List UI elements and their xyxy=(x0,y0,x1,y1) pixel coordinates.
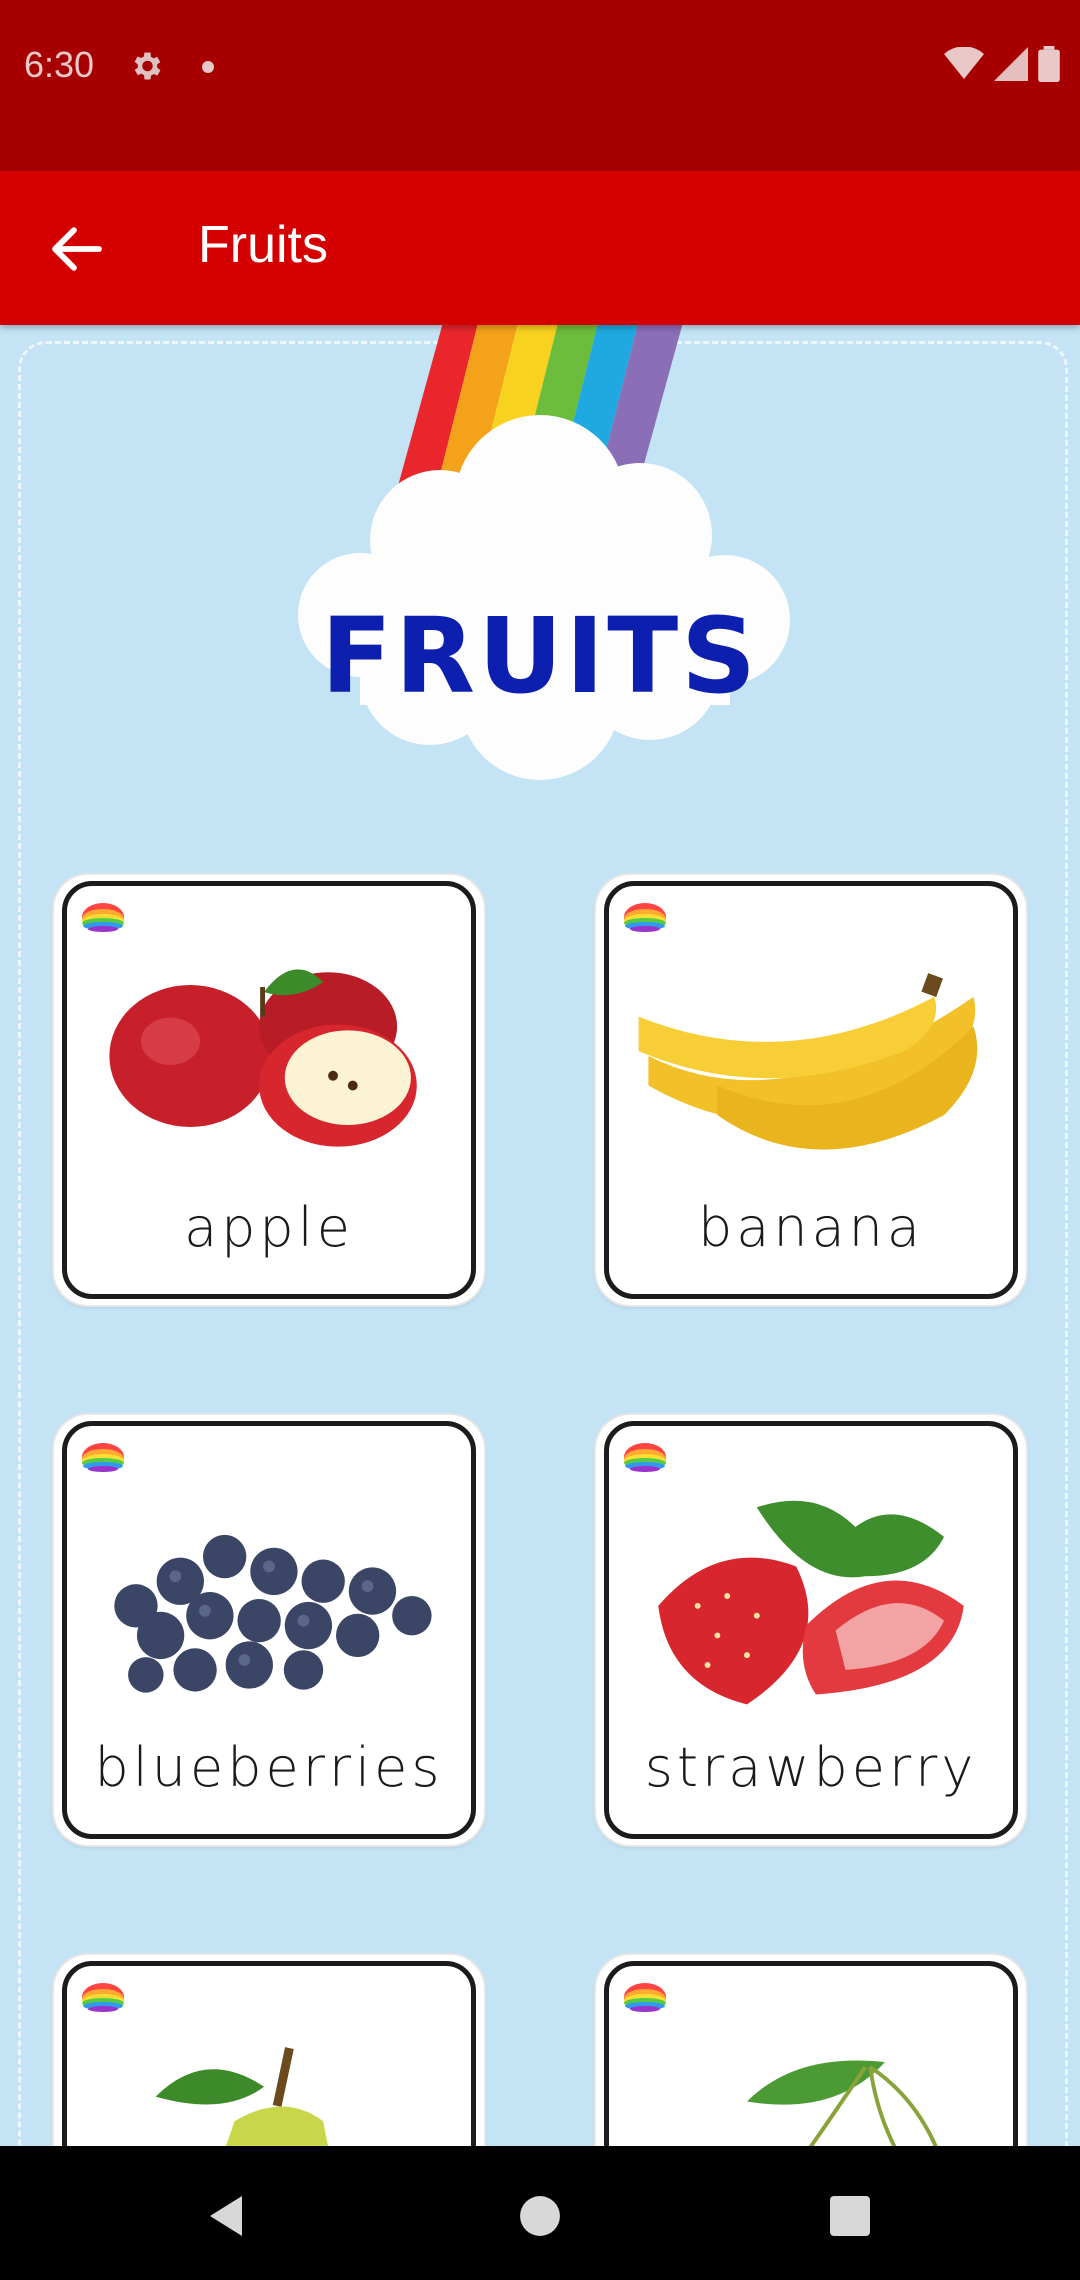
card-frame: blueberries xyxy=(62,1421,476,1839)
card-blueberries[interactable]: blueberries xyxy=(54,1415,484,1845)
rainbow-badge-icon xyxy=(82,1443,124,1472)
app-bar: Fruits xyxy=(0,171,1080,325)
page-title: Fruits xyxy=(198,216,328,274)
cherries-image xyxy=(746,2060,938,2146)
arrow-left-icon xyxy=(52,227,102,271)
card-label: banana xyxy=(698,1196,924,1259)
nav-back-button[interactable] xyxy=(186,2176,266,2256)
rainbow-badge-icon xyxy=(82,903,124,932)
pear-image xyxy=(155,2047,329,2146)
banner-title: FRUITS xyxy=(320,595,760,717)
rainbow-badge-icon xyxy=(624,1983,666,2012)
card-label: strawberry xyxy=(644,1736,978,1799)
card-frame: apple xyxy=(62,881,476,1299)
battery-icon xyxy=(1038,46,1060,82)
rainbow-badge-icon xyxy=(82,1983,124,2012)
back-triangle-icon xyxy=(210,2196,242,2236)
fruits-banner: FRUITS xyxy=(240,325,840,785)
gear-icon xyxy=(134,52,161,80)
status-bar: 6:30 xyxy=(0,0,1080,171)
notification-dot-icon xyxy=(202,61,214,73)
status-time: 6:30 xyxy=(24,44,95,85)
signal-icon xyxy=(994,47,1028,81)
card-strawberry[interactable]: strawberry xyxy=(596,1415,1026,1845)
nav-recents-button[interactable] xyxy=(810,2176,890,2256)
strawberry-image xyxy=(658,1500,964,1705)
card-frame: banana xyxy=(604,881,1018,1299)
card-frame xyxy=(604,1961,1018,2146)
card-label: apple xyxy=(184,1196,354,1259)
apple-image xyxy=(109,969,417,1147)
card-label: blueberries xyxy=(94,1736,444,1799)
navigation-bar xyxy=(0,2146,1080,2280)
card-pear[interactable] xyxy=(54,1955,484,2146)
content-area[interactable]: FRUITS apple banana blueberries strawber… xyxy=(0,325,1080,2146)
rainbow-badge-icon xyxy=(624,1443,666,1472)
card-apple[interactable]: apple xyxy=(54,875,484,1305)
recents-square-icon xyxy=(830,2196,870,2236)
nav-home-button[interactable] xyxy=(500,2176,580,2256)
back-button[interactable] xyxy=(36,209,116,289)
card-banana[interactable]: banana xyxy=(596,875,1026,1305)
wifi-icon xyxy=(944,47,984,79)
card-frame xyxy=(62,1961,476,2146)
banana-image xyxy=(638,973,978,1150)
card-frame: strawberry xyxy=(604,1421,1018,1839)
home-circle-icon xyxy=(520,2196,560,2236)
blueberries-image xyxy=(114,1534,432,1693)
card-cherries[interactable] xyxy=(596,1955,1026,2146)
rainbow-badge-icon xyxy=(624,903,666,932)
